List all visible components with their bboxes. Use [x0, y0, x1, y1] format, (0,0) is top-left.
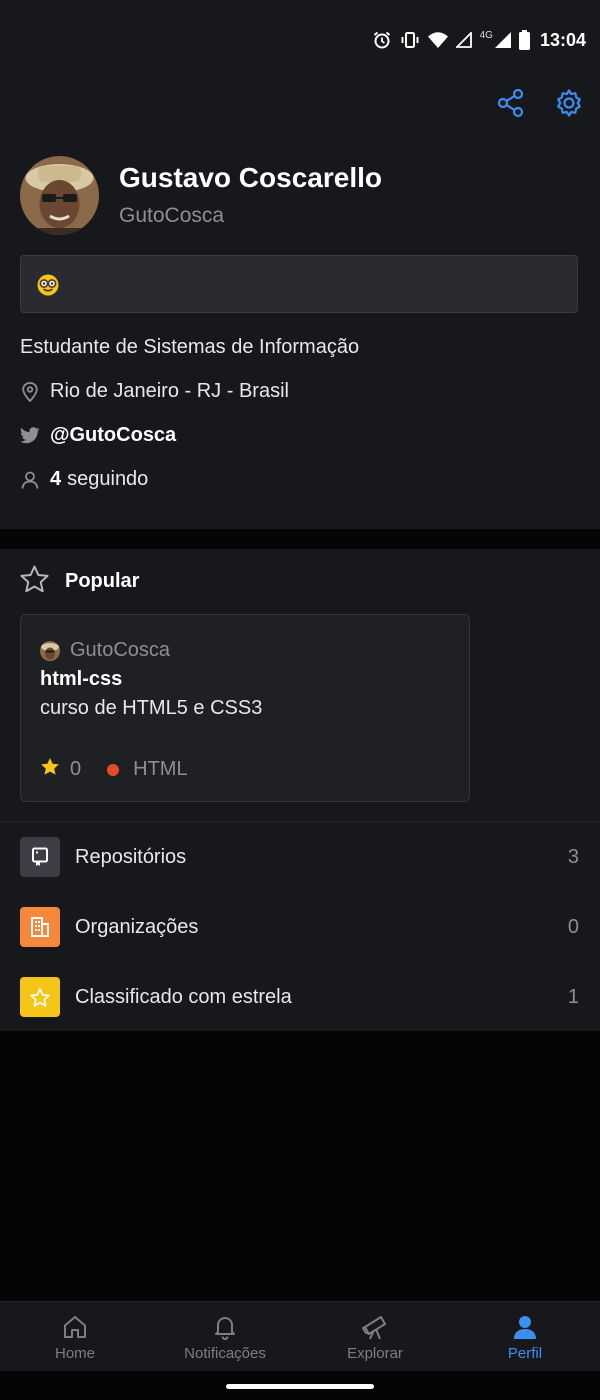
popular-header: Popular — [20, 565, 139, 598]
bio: Estudante de Sistemas de Informação — [20, 336, 360, 358]
language-dot — [107, 763, 120, 776]
signal-full-icon — [494, 32, 511, 48]
bottom-nav: Home Notificações Explorar Perfil — [0, 1301, 600, 1371]
nav-label: Home — [54, 1345, 95, 1362]
telescope-icon — [361, 1312, 389, 1342]
battery-icon — [518, 30, 530, 50]
menu-label: Repositórios — [75, 846, 187, 868]
wifi-icon — [427, 31, 448, 49]
popular-section: Popular GutoCosca html-css curso de HTML… — [0, 549, 600, 821]
settings-icon[interactable] — [554, 88, 584, 118]
clock: 13:04 — [539, 29, 586, 50]
star-filled-icon — [40, 757, 60, 782]
profile-section: Gustavo Coscarello GutoCosca Estudante d… — [0, 80, 600, 529]
repo-card[interactable]: GutoCosca html-css curso de HTML5 e CSS3… — [20, 614, 470, 802]
profile-menu: Repositórios 3 Organizações 0 Classifica… — [0, 821, 600, 1031]
person-icon — [512, 1312, 538, 1342]
location-pin-icon — [20, 381, 40, 402]
menu-count: 3 — [567, 846, 579, 868]
repo-language: HTML — [133, 758, 188, 780]
person-outline-icon — [20, 470, 40, 490]
twitter-icon — [20, 426, 40, 446]
signal-icon — [455, 32, 472, 48]
nav-profile[interactable]: Perfil — [450, 1302, 600, 1372]
following-row[interactable]: 4 seguindo — [20, 468, 148, 491]
avatar[interactable] — [20, 156, 99, 235]
share-icon[interactable] — [496, 88, 526, 118]
bell-icon — [212, 1312, 238, 1342]
status-bar: 4G 13:04 — [0, 0, 600, 80]
network-type: 4G — [479, 29, 493, 41]
menu-item-organizations[interactable]: Organizações 0 — [0, 892, 600, 962]
menu-count: 1 — [567, 986, 579, 1008]
star-icon — [20, 977, 60, 1017]
owner-avatar — [40, 640, 60, 661]
following-count: 4 — [50, 468, 62, 490]
status-icons: 4G 13:04 — [372, 28, 586, 52]
repo-owner-name: GutoCosca — [70, 639, 171, 661]
alarm-icon — [372, 30, 392, 50]
location-row: Rio de Janeiro - RJ - Brasil — [20, 380, 289, 403]
menu-item-starred[interactable]: Classificado com estrela 1 — [0, 962, 600, 1032]
star-outline-icon — [20, 565, 49, 598]
following-label: seguindo — [67, 468, 149, 490]
organization-icon — [20, 907, 60, 947]
nav-home[interactable]: Home — [0, 1302, 150, 1372]
home-icon — [62, 1312, 88, 1342]
repo-meta: 0 HTML — [40, 757, 188, 782]
twitter-row[interactable]: @GutoCosca — [20, 424, 176, 447]
nav-label: Explorar — [347, 1345, 403, 1362]
repo-description: curso de HTML5 e CSS3 — [40, 697, 263, 719]
menu-label: Classificado com estrela — [75, 986, 292, 1008]
nav-explore[interactable]: Explorar — [300, 1302, 450, 1372]
repo-name: html-css — [40, 668, 123, 690]
twitter-handle[interactable]: @GutoCosca — [50, 424, 176, 447]
status-box[interactable] — [20, 255, 578, 313]
popular-title: Popular — [65, 570, 140, 592]
menu-label: Organizações — [75, 916, 199, 938]
nerd-face-emoji-icon — [37, 274, 59, 296]
username: GutoCosca — [119, 204, 225, 227]
star-count: 0 — [70, 758, 82, 780]
nav-notifications[interactable]: Notificações — [150, 1302, 300, 1372]
nav-label: Perfil — [507, 1345, 543, 1362]
menu-count: 0 — [567, 916, 579, 938]
header-actions — [496, 88, 584, 118]
display-name: Gustavo Coscarello — [119, 162, 382, 193]
menu-item-repositories[interactable]: Repositórios 3 — [0, 822, 600, 892]
repo-owner: GutoCosca — [40, 639, 170, 662]
vibrate-icon — [400, 30, 420, 50]
home-indicator[interactable] — [226, 1384, 374, 1389]
nav-label: Notificações — [184, 1345, 266, 1362]
repository-icon — [20, 837, 60, 877]
location-text: Rio de Janeiro - RJ - Brasil — [50, 380, 289, 402]
